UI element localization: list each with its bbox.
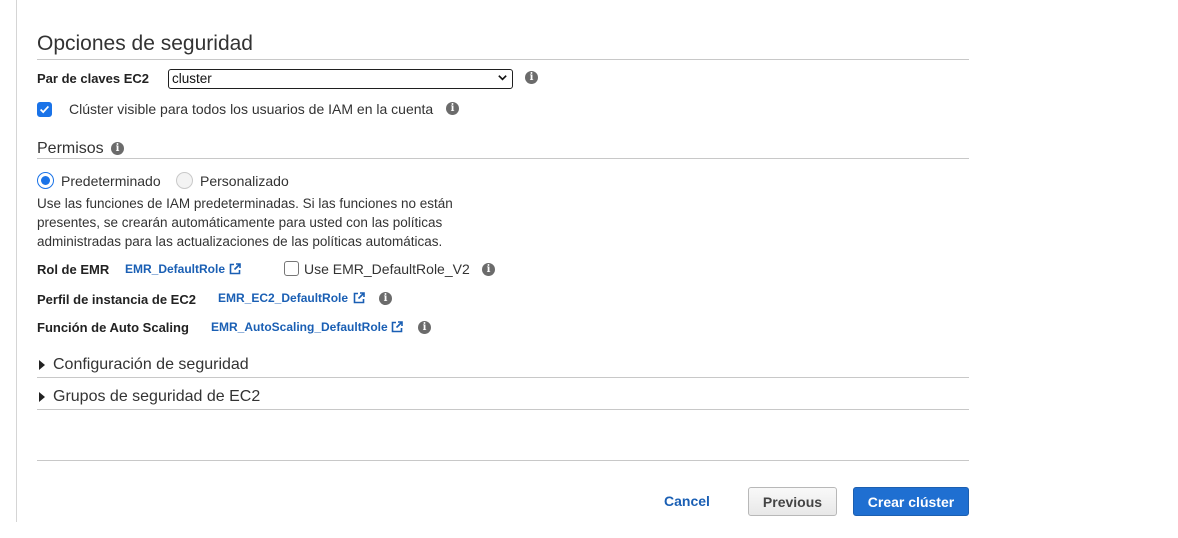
external-link-icon[interactable] (391, 321, 403, 333)
ec2-profile-label: Perfil de instancia de EC2 (37, 292, 196, 307)
keypair-select[interactable]: cluster (168, 69, 513, 89)
emr-role-link[interactable]: EMR_DefaultRole (125, 262, 225, 276)
radio-custom-label: Personalizado (200, 173, 289, 189)
chevron-down-icon (498, 75, 507, 81)
caret-right-icon[interactable] (39, 360, 45, 370)
divider (37, 377, 969, 378)
keypair-select-value: cluster (172, 71, 212, 86)
info-icon[interactable]: i (418, 321, 431, 334)
ec2-profile-link[interactable]: EMR_EC2_DefaultRole (218, 291, 348, 305)
previous-button[interactable]: Previous (748, 487, 837, 516)
external-link-icon[interactable] (229, 263, 241, 275)
info-icon[interactable]: i (111, 142, 124, 155)
page: Opciones de seguridad Par de claves EC2 … (0, 0, 1178, 538)
use-v2-checkbox[interactable] (284, 261, 299, 276)
info-icon[interactable]: i (379, 292, 392, 305)
info-icon[interactable]: i (525, 71, 538, 84)
divider (37, 59, 969, 60)
info-icon[interactable]: i (446, 102, 459, 115)
cancel-button[interactable]: Cancel (664, 493, 710, 509)
left-border (16, 0, 17, 522)
divider (37, 158, 969, 159)
external-link-icon[interactable] (353, 292, 365, 304)
visible-to-all-checkbox[interactable] (37, 102, 52, 117)
caret-right-icon[interactable] (39, 392, 45, 402)
use-v2-label: Use EMR_DefaultRole_V2 (304, 261, 470, 277)
autoscaling-label: Función de Auto Scaling (37, 320, 189, 335)
permissions-description: Use las funciones de IAM predeterminadas… (37, 196, 453, 249)
emr-role-label: Rol de EMR (37, 262, 110, 277)
info-icon[interactable]: i (482, 263, 495, 276)
radio-default[interactable] (37, 172, 54, 189)
radio-custom[interactable] (176, 172, 193, 189)
visible-to-all-label: Clúster visible para todos los usuarios … (69, 101, 434, 117)
security-configuration-toggle[interactable]: Configuración de seguridad (53, 356, 249, 374)
create-cluster-button[interactable]: Crear clúster (853, 487, 969, 516)
divider (37, 409, 969, 410)
footer-divider (37, 460, 969, 461)
autoscaling-link[interactable]: EMR_AutoScaling_DefaultRole (211, 320, 388, 334)
ec2-security-groups-toggle[interactable]: Grupos de seguridad de EC2 (53, 388, 260, 406)
keypair-label: Par de claves EC2 (37, 71, 150, 86)
checkmark-icon (39, 105, 50, 114)
security-options-title: Opciones de seguridad (37, 32, 253, 55)
permissions-title: Permisos (37, 140, 104, 157)
radio-default-label: Predeterminado (61, 173, 161, 189)
